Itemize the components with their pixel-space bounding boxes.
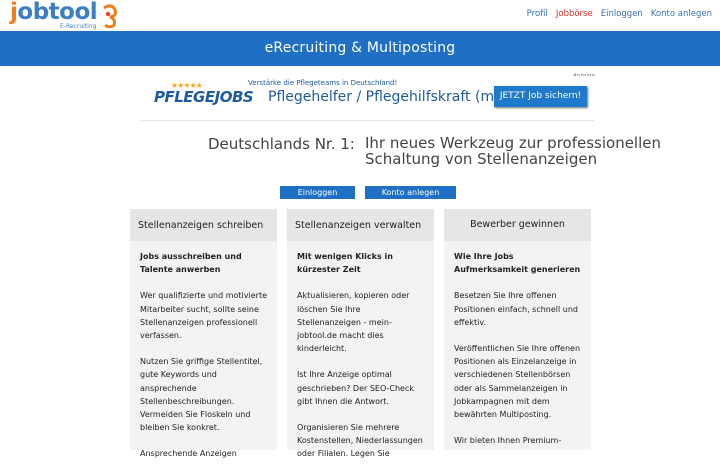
column-header: Bewerber gewinnen	[444, 209, 591, 241]
nav-jobboerse[interactable]: Jobbörse	[556, 9, 593, 19]
ad-topline: Verstärke die Pflegeteams in Deutschland…	[248, 79, 398, 87]
top-nav: Profil Jobbörse Einloggen Konto anlegen	[527, 9, 712, 19]
ad-brand: PFLEGEJOBS	[154, 88, 254, 106]
feature-column-schreiben: Stellenanzeigen schreiben Jobs ausschrei…	[130, 209, 277, 458]
hero-band: eRecruiting & Multiposting	[0, 31, 720, 66]
logo-subtitle: E-Recruiting	[60, 23, 97, 30]
column-lead: Jobs ausschreiben und Talente anwerben	[140, 252, 242, 275]
nav-konto-anlegen[interactable]: Konto anlegen	[651, 9, 712, 19]
logo-mark-icon	[103, 4, 117, 28]
column-lead: Wie Ihre Jobs Aufmerksamkeit generieren	[454, 252, 581, 275]
ad-banner[interactable]: ★★★★★ PFLEGEJOBS Verstärke die Pflegetea…	[140, 76, 594, 121]
feature-column-verwalten: Stellenanzeigen verwalten Mit wenigen Kl…	[287, 209, 434, 458]
column-body: Wie Ihre Jobs Aufmerksamkeit generieren …	[454, 250, 584, 460]
top-bar: jobtool E-Recruiting Profil Jobbörse Ein…	[0, 0, 720, 31]
column-title: Stellenanzeigen schreiben	[138, 220, 264, 231]
column-paragraph: Wer qualifizierte und motivierte Mitarbe…	[140, 291, 267, 341]
feature-column-bewerber: Bewerber gewinnen Wie Ihre Jobs Aufmerks…	[444, 209, 591, 450]
column-paragraph: Veröffentlichen Sie Ihre offenen Positio…	[454, 344, 581, 420]
nav-profil[interactable]: Profil	[527, 9, 548, 19]
login-button[interactable]: Einloggen	[280, 186, 355, 199]
column-paragraph: Aktualisieren, kopieren oder löschen Sie…	[297, 291, 410, 354]
jobtool-logo[interactable]: jobtool E-Recruiting	[10, 0, 117, 30]
logo-wordmark: jobtool	[10, 0, 98, 25]
headline-left: Deutschlands Nr. 1:	[208, 135, 355, 153]
column-body: Mit wenigen Klicks in kürzester Zeit Akt…	[297, 250, 427, 474]
headline-right: Ihr neues Werkzeug zur professionellen S…	[365, 134, 661, 168]
action-buttons: Einloggen Konto anlegen	[0, 186, 720, 199]
column-paragraph: Organisieren Sie mehrere Kostenstellen, …	[297, 423, 423, 459]
nav-einloggen[interactable]: Einloggen	[601, 9, 643, 19]
column-paragraph: Ist Ihre Anzeige optimal geschrieben? De…	[297, 370, 414, 406]
register-button[interactable]: Konto anlegen	[365, 186, 456, 199]
column-paragraph: Nutzen Sie griffige Stellentitel, gute K…	[140, 357, 263, 433]
column-header: Stellenanzeigen schreiben	[130, 209, 277, 241]
ad-job-title: Pflegehelfer / Pflegehilfskraft (m/w/d)	[268, 89, 530, 105]
column-lead: Mit wenigen Klicks in kürzester Zeit	[297, 252, 393, 275]
ad-cta-button[interactable]: JETZT Job sichern!	[494, 86, 587, 107]
column-paragraph: Wir bieten Ihnen Premium-	[454, 436, 562, 446]
headline: Deutschlands Nr. 1: Ihr neues Werkzeug z…	[0, 135, 720, 175]
column-paragraph: Ansprechende Anzeigen	[140, 449, 237, 459]
column-header: Stellenanzeigen verwalten	[287, 209, 434, 241]
hero-title: eRecruiting & Multiposting	[264, 40, 456, 56]
column-paragraph: Besetzen Sie Ihre offenen Positionen ein…	[454, 291, 579, 327]
column-body: Jobs ausschreiben und Talente anwerben W…	[140, 250, 270, 474]
column-title: Stellenanzeigen verwalten	[295, 220, 422, 231]
column-title: Bewerber gewinnen	[470, 219, 565, 230]
